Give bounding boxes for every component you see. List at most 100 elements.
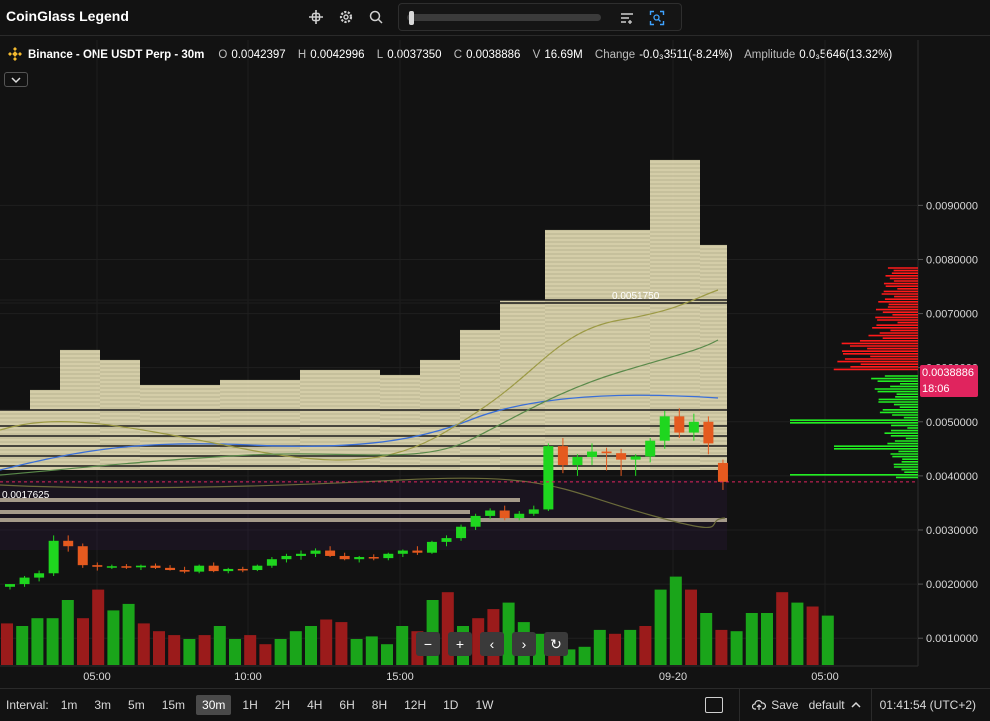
scroll-right-button[interactable]: › bbox=[512, 632, 536, 656]
candle-body bbox=[106, 566, 117, 568]
candle-body bbox=[688, 421, 699, 433]
volume-bar bbox=[305, 626, 317, 665]
candle-body bbox=[121, 566, 132, 568]
candle-body bbox=[48, 540, 59, 574]
candle-body bbox=[717, 462, 728, 482]
current-price-value: 0.0038886 bbox=[922, 367, 974, 379]
scroll-left-button[interactable]: ‹ bbox=[480, 632, 504, 656]
candle-body bbox=[339, 555, 350, 560]
time-axis[interactable]: 05:00 10:00 15:00 09-20 05:00 bbox=[83, 671, 839, 683]
zoom-out-button[interactable]: − bbox=[416, 632, 440, 656]
volume-bar bbox=[730, 631, 743, 665]
price-axis[interactable]: 0.00900000.00800000.00700000.00600000.00… bbox=[918, 200, 982, 688]
time-tick-label: 05:00 bbox=[811, 671, 839, 683]
volume-bar bbox=[365, 636, 378, 665]
candle-body bbox=[368, 557, 379, 559]
save-button[interactable]: Save bbox=[752, 698, 799, 712]
price-tick-label: 0.0010000 bbox=[926, 633, 978, 645]
volume-bar bbox=[198, 635, 211, 665]
volume-bar bbox=[122, 603, 135, 665]
volume-bar bbox=[624, 629, 637, 665]
time-tick-label: 15:00 bbox=[386, 671, 414, 683]
interval-1w[interactable]: 1W bbox=[469, 695, 499, 715]
volume-bar bbox=[761, 613, 773, 665]
heat-block bbox=[500, 300, 545, 470]
price-tick-label: 0.0040000 bbox=[926, 471, 978, 483]
interval-2h[interactable]: 2H bbox=[269, 695, 296, 715]
candle-body bbox=[354, 557, 365, 560]
interval-6h[interactable]: 6H bbox=[333, 695, 360, 715]
volume-bar bbox=[289, 631, 302, 665]
volume-bar bbox=[396, 626, 409, 665]
candle-body bbox=[296, 553, 306, 556]
heat-block bbox=[300, 370, 340, 470]
heat-shadow bbox=[0, 480, 727, 550]
interval-1m[interactable]: 1m bbox=[55, 695, 84, 715]
volume-bar bbox=[31, 618, 44, 665]
volume-bar bbox=[320, 619, 333, 665]
candle-body bbox=[426, 541, 437, 553]
candle-body bbox=[194, 565, 205, 572]
price-tick-label: 0.0030000 bbox=[926, 525, 978, 537]
candle-countdown: 18:06 bbox=[922, 383, 950, 395]
clock: 01:41:54 (UTC+2) bbox=[879, 698, 976, 712]
volume-bar bbox=[821, 615, 834, 665]
candle-body bbox=[63, 540, 74, 547]
interval-8h[interactable]: 8H bbox=[366, 695, 393, 715]
divider bbox=[870, 689, 872, 721]
interval-3m[interactable]: 3m bbox=[88, 695, 117, 715]
cloud-upload-icon bbox=[752, 700, 767, 710]
volume-bar bbox=[350, 639, 363, 665]
time-tick-label: 05:00 bbox=[83, 671, 111, 683]
fullscreen-square-icon[interactable] bbox=[705, 697, 724, 713]
candle-body bbox=[572, 456, 583, 466]
candle-body bbox=[310, 550, 321, 554]
volume-bar bbox=[244, 635, 257, 665]
reset-chart-button[interactable]: ↻ bbox=[544, 632, 568, 656]
price-chart[interactable]: 0.00900000.00800000.00700000.00600000.00… bbox=[0, 0, 990, 688]
candle-body bbox=[397, 550, 408, 554]
volume-bar bbox=[1, 623, 13, 665]
interval-5m[interactable]: 5m bbox=[122, 695, 151, 715]
volume-bar bbox=[685, 589, 697, 665]
volume-bar bbox=[168, 635, 181, 665]
candle-body bbox=[383, 553, 394, 559]
volume-bar bbox=[229, 639, 241, 665]
candle-body bbox=[77, 546, 88, 566]
candle-body bbox=[470, 515, 481, 527]
interval-12h[interactable]: 12H bbox=[398, 695, 432, 715]
heat-block bbox=[0, 410, 30, 470]
bottom-bar: Interval: 1m 3m 5m 15m 30m 1H 2H 4H 6H 8H 12H 1D 1W … bbox=[0, 688, 990, 721]
interval-1h[interactable]: 1H bbox=[236, 695, 263, 715]
heat-block bbox=[100, 360, 140, 470]
chevron-up-icon[interactable] bbox=[851, 701, 861, 709]
candle-body bbox=[34, 573, 45, 578]
volume-bar bbox=[381, 644, 393, 665]
price-tick-label: 0.0070000 bbox=[926, 309, 978, 321]
candle-body bbox=[179, 570, 190, 572]
volume-bar bbox=[213, 626, 226, 665]
candle-body bbox=[485, 510, 496, 516]
zoom-in-button[interactable]: + bbox=[448, 632, 472, 656]
candle-body bbox=[514, 513, 525, 519]
candle-body bbox=[135, 565, 146, 568]
interval-30m[interactable]: 30m bbox=[196, 694, 232, 715]
layout-name[interactable]: default bbox=[809, 698, 845, 712]
interval-15m[interactable]: 15m bbox=[156, 695, 191, 715]
volume-bar bbox=[669, 576, 682, 665]
candle-body bbox=[528, 509, 539, 514]
candle-body bbox=[237, 568, 248, 571]
candle-body bbox=[601, 451, 612, 454]
interval-4h[interactable]: 4H bbox=[301, 695, 328, 715]
candle-body bbox=[5, 584, 15, 587]
volume-bar bbox=[700, 613, 713, 665]
interval-1d[interactable]: 1D bbox=[437, 695, 464, 715]
volume-bar bbox=[153, 631, 165, 665]
price-tick-label: 0.0050000 bbox=[926, 417, 978, 429]
candle-body bbox=[252, 565, 263, 571]
volume-bar bbox=[639, 626, 652, 665]
candle-body bbox=[223, 568, 234, 572]
divider bbox=[739, 689, 741, 721]
volume-bar bbox=[92, 589, 105, 665]
candle-body bbox=[165, 567, 176, 571]
